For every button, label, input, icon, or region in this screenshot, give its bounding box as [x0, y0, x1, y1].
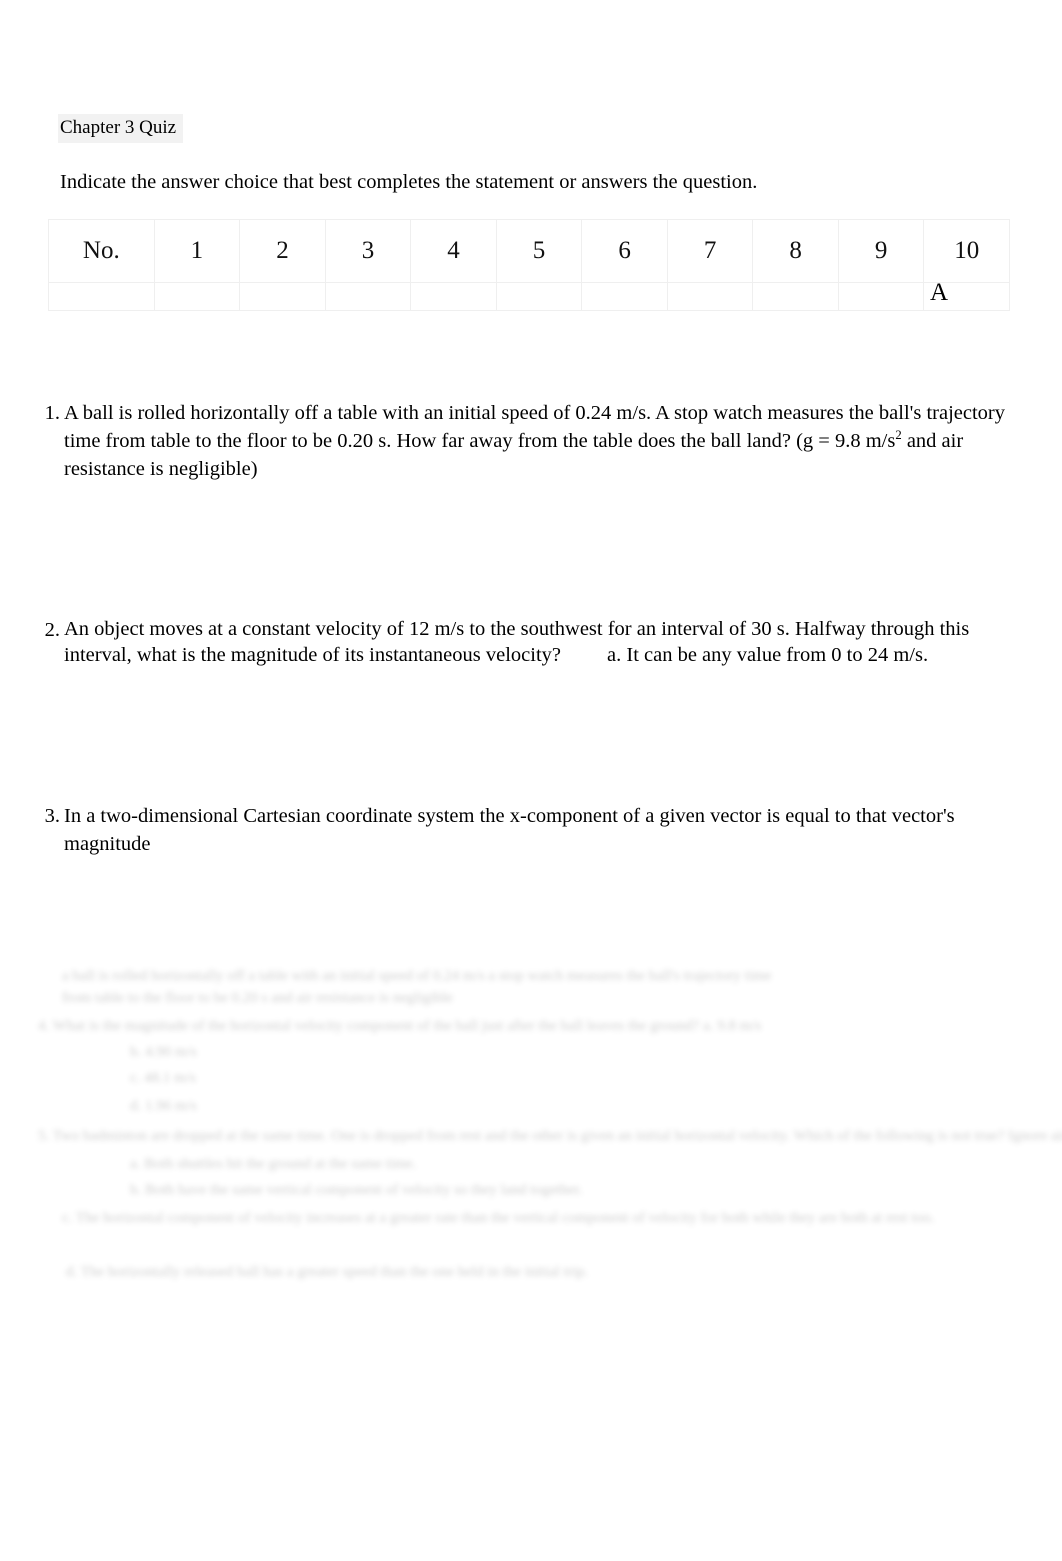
- document-page: Chapter 3 Quiz Indicate the answer choic…: [0, 0, 1062, 1561]
- table-answer-cell-6: [581, 282, 668, 311]
- table-header-cell-8: 8: [752, 219, 839, 283]
- answer-value-1: [155, 284, 239, 304]
- table-header-cell-10: 10: [923, 219, 1010, 283]
- table-answer-cell-1: [153, 282, 241, 311]
- question-text-2: An object moves at a constant velocity o…: [64, 616, 1020, 668]
- answer-key-table: No. 1 2 3 4 5 6 7 8 9 10: [48, 219, 1010, 311]
- table-header-cell-1: 1: [153, 219, 241, 283]
- answer-value-4: [412, 284, 496, 304]
- answer-value-5: [497, 284, 581, 304]
- answer-row-label: [49, 284, 153, 304]
- quiz-instruction-text: Indicate the answer choice that best com…: [60, 171, 758, 193]
- table-answer-cell-9: [837, 282, 925, 311]
- illegible-line: a. Both shuttles hit the ground at the s…: [130, 1156, 417, 1172]
- document-title-field[interactable]: Chapter 3 Quiz: [58, 114, 184, 143]
- illegible-line: c. The horizontal component of velocity …: [62, 1210, 935, 1226]
- question-3-stem: In a two-dimensional Cartesian coordinat…: [64, 805, 955, 855]
- table-header-cell-5: 5: [495, 219, 583, 283]
- table-answer-cell-7: [666, 282, 754, 311]
- table-header-cell-9: 9: [837, 219, 925, 283]
- table-header-cell-6: 6: [581, 219, 668, 283]
- answer-value-8: [754, 284, 838, 304]
- table-answer-cell-4: [410, 282, 497, 311]
- table-header-cell-2: 2: [239, 219, 326, 283]
- question-number-1: 1.: [44, 402, 60, 424]
- table-header-row: No. 1 2 3 4 5 6 7 8 9 10: [48, 219, 1010, 283]
- illegible-line: 4. What is the magnitude of the horizont…: [38, 1018, 762, 1034]
- illegible-line: 5. Two badminton are dropped at the same…: [38, 1128, 1062, 1144]
- question-item-1: 1. A ball is rolled horizontally off a t…: [30, 399, 1020, 483]
- answer-value-9: [839, 284, 923, 304]
- question-number-2: 2.: [44, 619, 60, 641]
- table-answer-cell-2: [239, 282, 326, 311]
- answer-letter-overflow: A: [930, 279, 949, 306]
- table-answer-cell-8: [752, 282, 839, 311]
- answer-value-2: [241, 284, 325, 304]
- illegible-line: b. Both have the same vertical component…: [130, 1182, 583, 1198]
- answer-value-3: [326, 284, 410, 304]
- illegible-line: a ball is rolled horizontally off a tabl…: [62, 968, 772, 984]
- answer-value-6: [583, 284, 667, 304]
- illegible-line: b. 4.90 m/s: [130, 1044, 197, 1060]
- table-header-cell-7: 7: [666, 219, 754, 283]
- illegible-line: d. 1.96 m/s: [130, 1098, 197, 1114]
- table-header-cell-3: 3: [324, 219, 412, 283]
- illegible-line: c. 48.1 m/s: [130, 1070, 196, 1086]
- table-answer-cell-5: [495, 282, 583, 311]
- question-2-option-a: a. It can be any value from 0 to 24 m/s.: [607, 644, 929, 666]
- question-number-3: 3.: [44, 805, 60, 827]
- question-1-text-part-a: A ball is rolled horizontally off a tabl…: [64, 402, 1005, 452]
- illegible-line: from table to the floor to be 0.20 s and…: [62, 990, 453, 1006]
- question-text-3: In a two-dimensional Cartesian coordinat…: [64, 802, 1020, 858]
- answer-value-7: [668, 284, 752, 304]
- answer-key-table-wrapper: No. 1 2 3 4 5 6 7 8 9 10: [48, 219, 1010, 311]
- table-answer-cell-label: [48, 282, 155, 311]
- question-text-1: A ball is rolled horizontally off a tabl…: [64, 399, 1020, 483]
- illegible-line: d. The horizontally released ball has a …: [66, 1264, 589, 1280]
- table-answer-row: [48, 282, 1010, 311]
- question-item-3: 3. In a two-dimensional Cartesian coordi…: [30, 802, 1020, 858]
- table-answer-cell-3: [324, 282, 412, 311]
- question-item-2: 2. An object moves at a constant velocit…: [30, 616, 1020, 668]
- table-header-cell-4: 4: [410, 219, 497, 283]
- illegible-blurred-text-block: a ball is rolled horizontally off a tabl…: [0, 955, 1062, 1335]
- table-header-cell-no: No.: [48, 219, 155, 283]
